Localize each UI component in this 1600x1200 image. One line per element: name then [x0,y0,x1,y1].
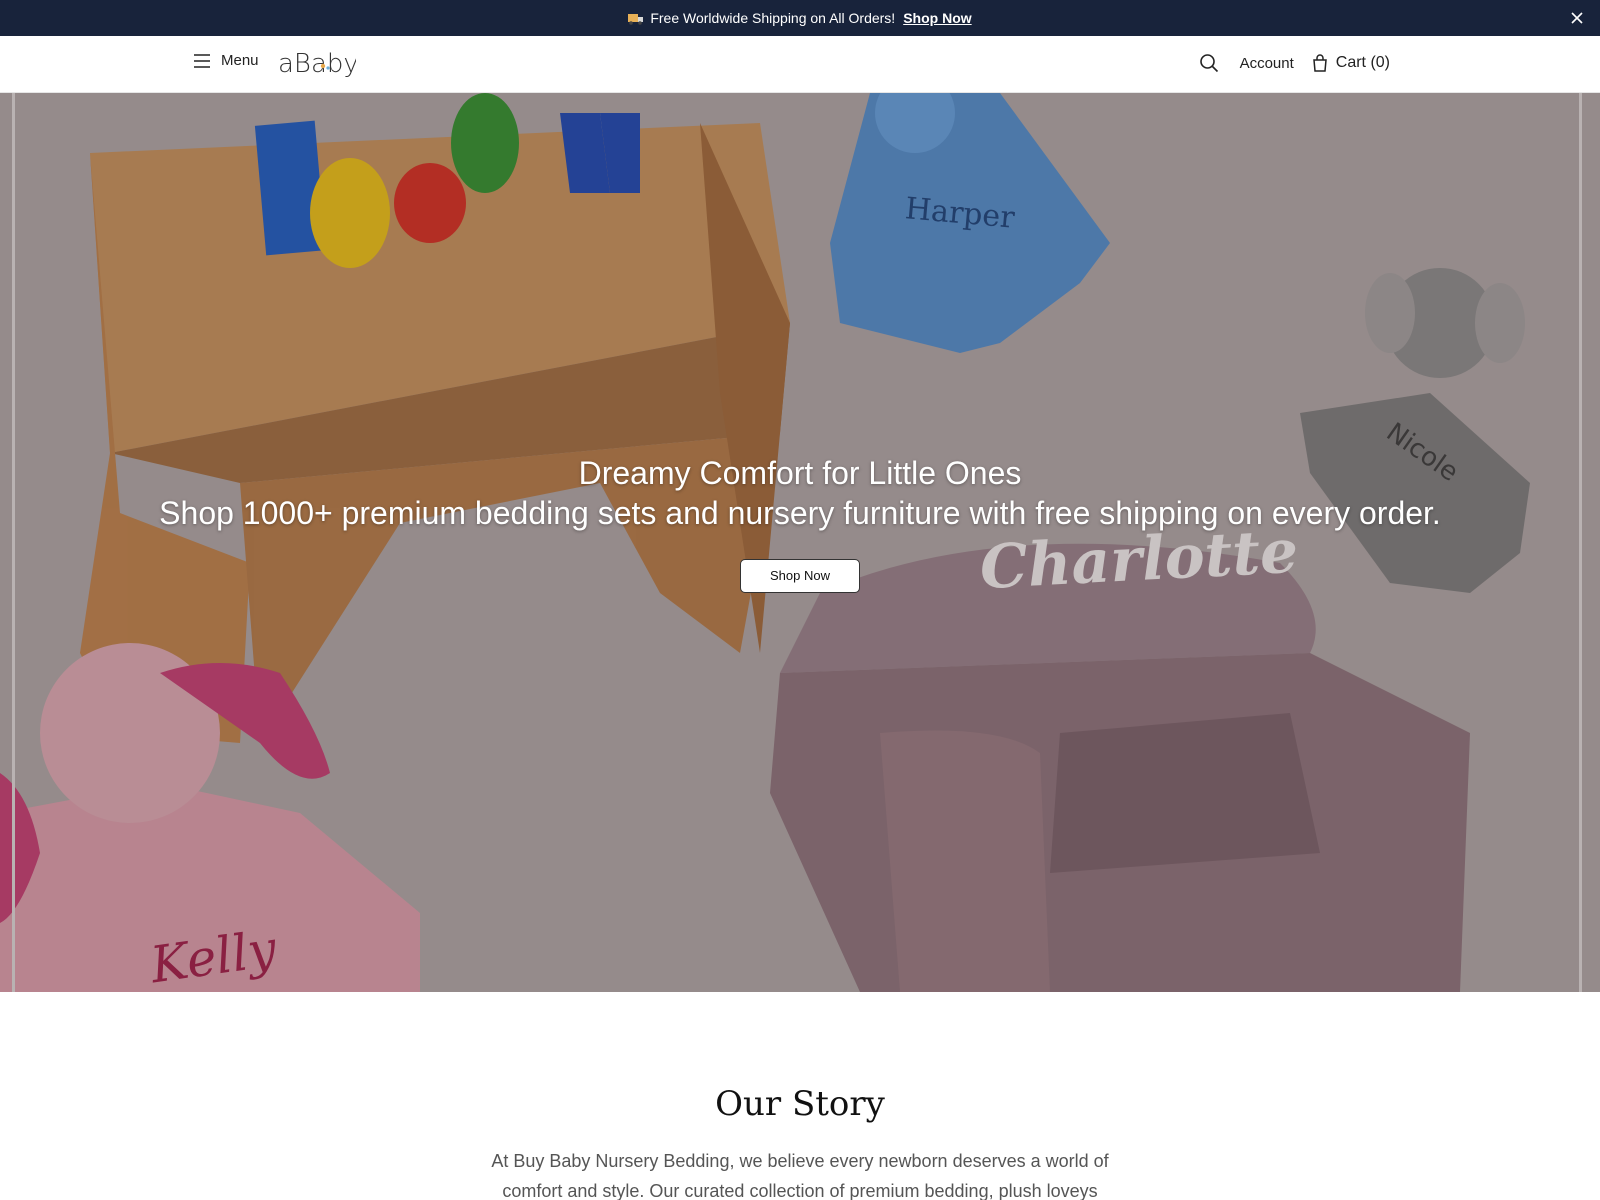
menu-button[interactable]: Menu [193,52,259,69]
blue-lovey-image: Harper [830,93,1110,353]
cart-link[interactable]: Cart (0) [1312,54,1390,72]
announcement-shop-now-link[interactable]: Shop Now [903,10,971,26]
hamburger-icon [194,53,210,68]
svg-text:aBaby: aBaby [278,49,356,79]
cart-label: Cart (0) [1335,54,1390,71]
story-heading: Our Story [715,1084,885,1124]
hero-subtitle: Shop 1000+ premium bedding sets and nurs… [159,495,1441,531]
header-actions: Account Cart (0) [1198,52,1390,74]
pink-bunny-lovey-image: Kelly [0,643,420,992]
story-body: At Buy Baby Nursery Bedding, we believe … [491,1151,1109,1200]
account-link[interactable]: Account [1240,55,1294,72]
hero-frame-left [12,93,15,992]
site-header: Menu aBaby Account Cart (0) [0,36,1600,93]
site-logo[interactable]: aBaby [276,44,356,84]
puzzle-stool-image [80,93,790,743]
truck-icon [628,14,644,25]
menu-label: Menu [221,52,259,69]
announcement-bar: Free Worldwide Shipping on All Orders! S… [0,0,1600,36]
hero-shop-now-button[interactable]: Shop Now [740,559,860,593]
shopping-bag-icon [1312,54,1327,72]
announcement-message: Free Worldwide Shipping on All Orders! [650,10,896,26]
hero-title: Dreamy Comfort for Little Ones [578,455,1022,491]
hero-banner: Harper Nicole Charlotte Kelly Dreamy Com… [0,93,1600,992]
our-story-section: Our Story At Buy Baby Nursery Bedding, w… [0,992,1600,1200]
search-icon[interactable] [1198,52,1220,74]
hero-content: Dreamy Comfort for Little Ones Shop 1000… [140,453,1460,593]
hero-frame-right [1579,93,1582,992]
close-icon[interactable] [1568,9,1586,27]
